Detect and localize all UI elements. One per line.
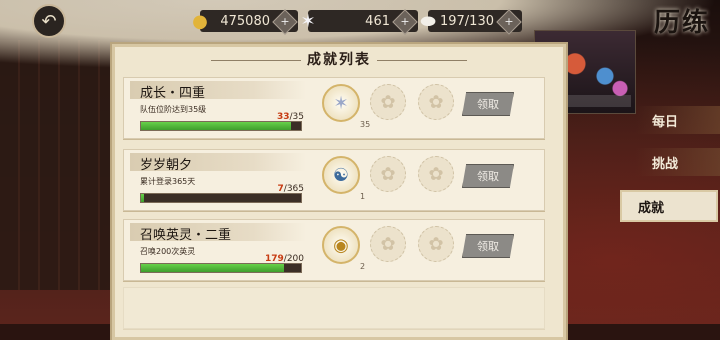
- claim-button[interactable]: 领取: [462, 234, 514, 258]
- empty-reward-slot-icon: ✿: [418, 226, 454, 262]
- achievement-panel: 成就列表 成长・四重 队伍位阶达到35级 33/35 ✶ 35 ✿ ✿ 领取 岁…: [112, 44, 566, 340]
- progress-fill: [141, 194, 145, 202]
- achievement-name: 成长・四重: [140, 86, 206, 101]
- empty-reward-slot-icon: ✿: [370, 84, 406, 120]
- star-crystal-icon: ✶: [300, 10, 316, 32]
- claim-button[interactable]: 领取: [462, 92, 514, 116]
- achievement-card-partial: [123, 287, 545, 329]
- empty-reward-slot-icon: ✿: [370, 156, 406, 192]
- gold-value: 475080: [220, 13, 270, 29]
- progress-fill: [141, 122, 292, 130]
- crystal-value: 461: [365, 13, 390, 29]
- achievement-card: 岁岁朝夕 累计登录365天 7/365 ☯ 1 ✿ ✿ 领取: [123, 149, 545, 211]
- background-screen: [0, 40, 110, 290]
- tab-achievement[interactable]: 成就: [620, 190, 718, 222]
- reward-count: 1: [360, 192, 366, 201]
- back-arrow-icon: ↶: [41, 10, 57, 32]
- reward-count: 2: [360, 262, 366, 271]
- achievement-desc: 召唤200次英灵: [140, 247, 196, 256]
- empty-reward-slot-icon: ✿: [418, 156, 454, 192]
- tab-daily[interactable]: 每日: [636, 106, 720, 134]
- progress-bar: [140, 193, 302, 203]
- progress-bar: [140, 263, 302, 273]
- stamina-stone-icon: ⬬: [420, 10, 436, 32]
- summon-token-icon[interactable]: ◉: [322, 226, 360, 264]
- achievement-card: 召唤英灵・二重 召唤200次英灵 179/200 ◉ 2 ✿ ✿ 领取: [123, 219, 545, 281]
- page-title: 历练: [653, 8, 710, 38]
- progress-fill: [141, 264, 285, 272]
- gold-coin-icon: ●: [192, 10, 208, 32]
- stamina-value: 197/130: [439, 13, 494, 29]
- claim-button[interactable]: 领取: [462, 164, 514, 188]
- achievement-card: 成长・四重 队伍位阶达到35级 33/35 ✶ 35 ✿ ✿ 领取: [123, 77, 545, 139]
- tab-challenge[interactable]: 挑战: [636, 148, 720, 176]
- reward-count: 35: [360, 120, 371, 129]
- back-button[interactable]: ↶: [32, 4, 66, 38]
- crystal-star-icon[interactable]: ✶: [322, 84, 360, 122]
- achievement-name: 岁岁朝夕: [140, 158, 193, 173]
- banner-charm-icon[interactable]: ☯: [322, 156, 360, 194]
- stamina-counter: ⬬ 197/130 +: [420, 9, 522, 35]
- empty-reward-slot-icon: ✿: [370, 226, 406, 262]
- panel-title: 成就列表: [115, 49, 563, 69]
- achievement-desc: 队伍位阶达到35级: [140, 105, 207, 114]
- add-stamina-button[interactable]: +: [496, 9, 522, 35]
- empty-reward-slot-icon: ✿: [418, 84, 454, 120]
- crystal-counter: ✶ 461 +: [300, 9, 418, 35]
- progress-bar: [140, 121, 302, 131]
- achievement-name: 召唤英灵・二重: [140, 228, 232, 243]
- achievement-desc: 累计登录365天: [140, 177, 196, 186]
- gold-counter: ● 475080 +: [192, 9, 298, 35]
